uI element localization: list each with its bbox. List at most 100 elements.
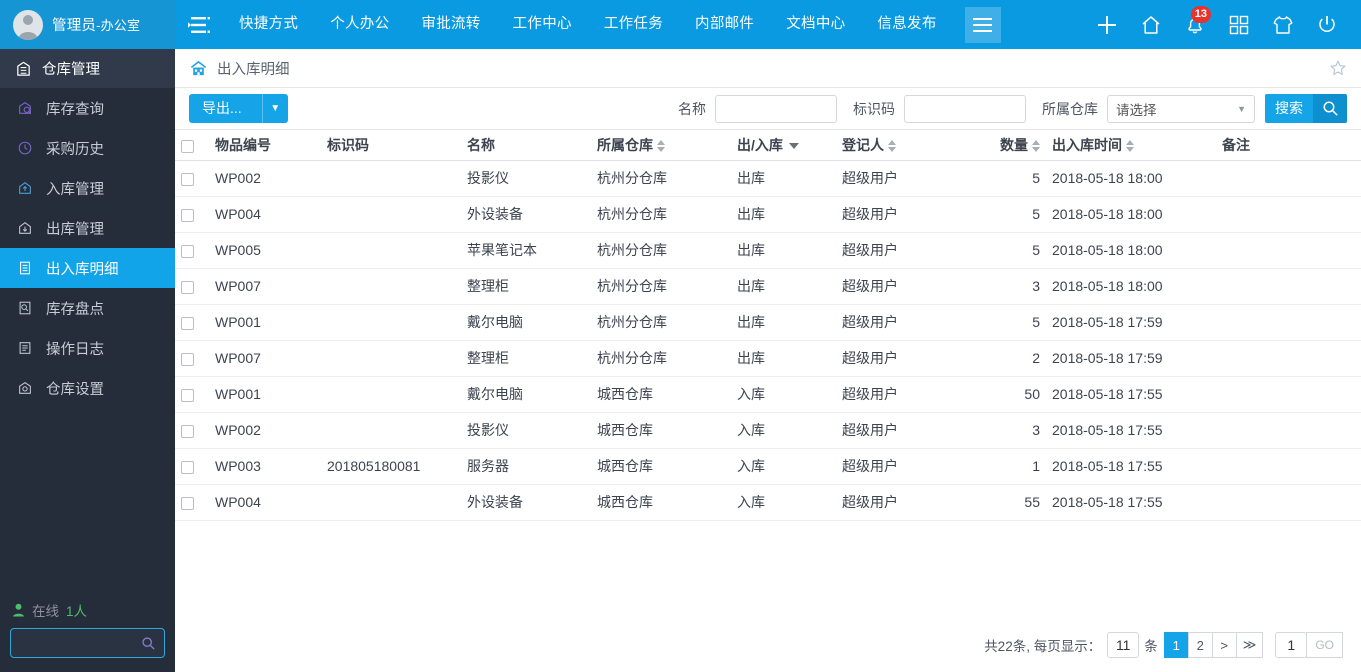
sidebar-item-inventory-search[interactable]: 库存查询 [0,88,175,128]
chevron-down-icon[interactable]: ▼ [261,94,288,123]
row-checkbox[interactable] [181,208,194,222]
sidebar-item-outbound[interactable]: 出库管理 [0,208,175,248]
th-time[interactable]: 出入库时间 [1046,130,1216,161]
row-checkbox[interactable] [181,316,194,330]
th-warehouse[interactable]: 所属仓库 [591,130,731,161]
power-icon[interactable] [1305,0,1349,49]
page-go-button[interactable]: GO [1306,632,1343,658]
th-qty[interactable]: 数量 [956,130,1046,161]
page-jump-input[interactable] [1275,632,1308,658]
row-checkbox[interactable] [181,244,194,258]
collapse-nav-icon[interactable] [175,0,223,49]
row-checkbox-cell[interactable] [175,304,209,341]
row-checkbox-cell[interactable] [175,268,209,305]
table-row[interactable]: WP002 投影仪 城西仓库 入库 超级用户 3 2018-05-18 17:5… [175,412,1361,449]
row-checkbox[interactable] [181,172,194,186]
favorite-star-icon[interactable] [1329,59,1347,77]
filter-caret-icon[interactable] [788,143,799,150]
row-checkbox[interactable] [181,280,194,294]
table-row[interactable]: WP001 戴尔电脑 城西仓库 入库 超级用户 50 2018-05-18 17… [175,376,1361,413]
cell-warehouse: 杭州分仓库 [591,232,731,269]
row-checkbox[interactable] [181,460,194,474]
warehouse-filter-select[interactable]: 请选择 ▼ [1107,94,1255,123]
row-checkbox-cell[interactable] [175,340,209,377]
code-filter-input[interactable] [904,94,1026,123]
plus-icon[interactable] [1085,0,1129,49]
table-row[interactable]: WP004 外设装备 杭州分仓库 出库 超级用户 5 2018-05-18 18… [175,196,1361,233]
name-filter-input[interactable] [715,94,837,123]
cell-warehouse: 杭州分仓库 [591,160,731,197]
shirt-theme-icon[interactable] [1261,0,1305,49]
table-header-row: 物品编号 标识码 名称 所属仓库 出/入库 登记人 数量 出入库时间 备注 [175,130,1361,161]
table-row[interactable]: WP003 201805180081 服务器 城西仓库 入库 超级用户 1 20… [175,448,1361,485]
table-row[interactable]: WP005 苹果笔记本 杭州分仓库 出库 超级用户 5 2018-05-18 1… [175,232,1361,269]
th-io[interactable]: 出/入库 [731,130,836,161]
table-row[interactable]: WP004 外设装备 城西仓库 入库 超级用户 55 2018-05-18 17… [175,484,1361,521]
th-select-all[interactable] [175,130,209,161]
row-checkbox-cell[interactable] [175,376,209,413]
row-checkbox[interactable] [181,424,194,438]
nav-item-2[interactable]: 审批流转 [405,0,496,49]
user-block[interactable]: 管理员-办公室 [0,0,175,49]
page-size-input[interactable] [1107,632,1140,658]
home-icon[interactable] [1129,0,1173,49]
sidebar-item-purchase-history[interactable]: 采购历史 [0,128,175,168]
th-note[interactable]: 备注 [1216,130,1361,161]
bell-icon[interactable]: 13 [1173,0,1217,49]
th-name[interactable]: 名称 [461,130,591,161]
cell-time: 2018-05-18 17:59 [1046,304,1216,341]
page-button-2[interactable]: 2 [1187,632,1213,658]
sidebar-item-stocktake[interactable]: 库存盘点 [0,288,175,328]
nav-item-4[interactable]: 工作任务 [588,0,679,49]
row-checkbox-cell[interactable] [175,412,209,449]
nav-item-6[interactable]: 文档中心 [770,0,861,49]
th-item-no[interactable]: 物品编号 [209,130,321,161]
sidebar-footer: 在线 1人 [0,600,175,672]
page-last-button[interactable]: ≫ [1235,632,1264,658]
sidebar-item-inbound[interactable]: 入库管理 [0,168,175,208]
row-checkbox-cell[interactable] [175,484,209,521]
table-row[interactable]: WP007 整理柜 杭州分仓库 出库 超级用户 2 2018-05-18 17:… [175,340,1361,377]
sidebar-item-warehouse-settings[interactable]: 仓库设置 [0,368,175,408]
table-row[interactable]: WP007 整理柜 杭州分仓库 出库 超级用户 3 2018-05-18 18:… [175,268,1361,305]
cell-registrant: 超级用户 [836,448,956,485]
sidebar-list: 库存查询 采购历史 入库管理 出库管理 出入库明细 库存盘点 操作日志 仓库设置 [0,88,175,600]
row-checkbox[interactable] [181,496,194,510]
row-checkbox[interactable] [181,352,194,366]
table-row[interactable]: WP001 戴尔电脑 杭州分仓库 出库 超级用户 5 2018-05-18 17… [175,304,1361,341]
row-checkbox-cell[interactable] [175,160,209,197]
table-row[interactable]: WP002 投影仪 杭州分仓库 出库 超级用户 5 2018-05-18 18:… [175,160,1361,197]
sidebar-item-io-detail[interactable]: 出入库明细 [0,248,175,288]
search-button[interactable]: 搜索 [1265,94,1347,123]
select-all-checkbox[interactable] [181,139,194,153]
sort-arrows-icon[interactable] [888,140,896,153]
cell-io: 出库 [731,340,836,377]
home-breadcrumb-icon[interactable] [189,59,208,78]
sort-arrows-icon[interactable] [657,140,665,153]
export-button[interactable]: 导出... ▼ [189,94,288,123]
cell-qty: 1 [956,448,1046,485]
nav-item-3[interactable]: 工作中心 [497,0,588,49]
row-checkbox-cell[interactable] [175,196,209,233]
cell-item-no: WP007 [209,268,321,305]
th-code[interactable]: 标识码 [321,130,461,161]
page-next-button[interactable]: > [1211,632,1237,658]
cell-note [1216,412,1361,449]
row-checkbox[interactable] [181,388,194,402]
page-button-1[interactable]: 1 [1163,632,1189,658]
search-icon[interactable] [141,636,156,651]
sort-arrows-icon[interactable] [1126,140,1134,153]
th-registrant[interactable]: 登记人 [836,130,956,161]
nav-item-7[interactable]: 信息发布 [861,0,952,49]
nav-item-0[interactable]: 快捷方式 [223,0,314,49]
sidebar-item-operation-log[interactable]: 操作日志 [0,328,175,368]
row-checkbox-cell[interactable] [175,448,209,485]
apps-grid-icon[interactable] [1217,0,1261,49]
nav-item-1[interactable]: 个人办公 [314,0,405,49]
sort-arrows-icon[interactable] [1032,140,1040,153]
row-checkbox-cell[interactable] [175,232,209,269]
nav-item-5[interactable]: 内部邮件 [679,0,770,49]
hamburger-menu-icon[interactable] [964,6,1001,43]
sidebar-header[interactable]: 仓库管理 [0,49,175,88]
sidebar-search-input[interactable] [10,628,165,658]
